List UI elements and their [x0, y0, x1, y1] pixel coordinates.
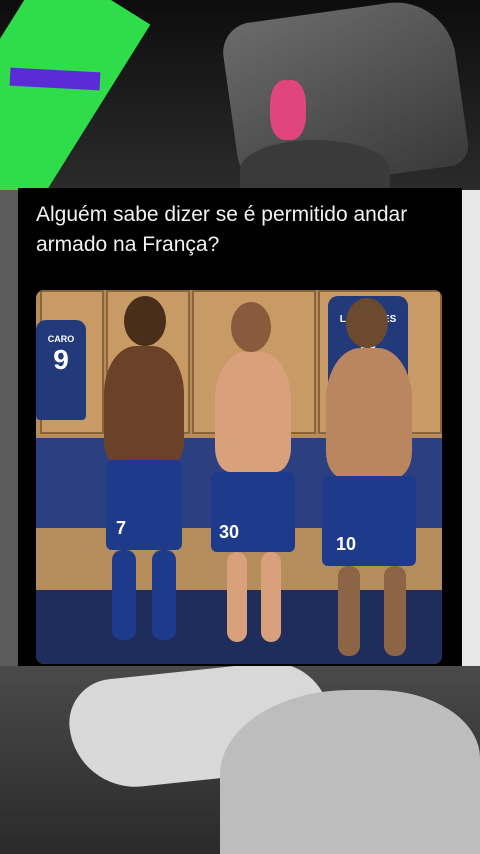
meme-caption: Alguém sabe dizer se é permitido andar a… — [36, 203, 408, 256]
player-shorts: 10 — [322, 476, 416, 566]
player-leg — [152, 550, 176, 640]
player-head — [124, 296, 166, 346]
player-head — [346, 298, 388, 348]
player-head — [231, 302, 271, 352]
background-pillow-tongue — [270, 80, 306, 140]
shorts-number: 7 — [116, 518, 127, 538]
player-torso — [215, 352, 291, 472]
background-left-edge — [0, 190, 18, 666]
meme-card: Alguém sabe dizer se é permitido andar a… — [18, 188, 462, 666]
player-leg — [112, 550, 136, 640]
player-torso — [104, 346, 184, 466]
player-leg — [227, 552, 247, 642]
player-leg — [338, 566, 360, 656]
player-torso — [326, 348, 412, 478]
background-face — [220, 690, 480, 854]
background-right-edge — [462, 190, 480, 666]
shorts-number: 10 — [336, 534, 357, 554]
player-center: 30 — [201, 290, 311, 664]
player-leg — [261, 552, 281, 642]
player-leg — [384, 566, 406, 656]
player-right: 10 — [306, 290, 436, 664]
shorts-number: 30 — [219, 522, 240, 542]
meme-photo: CARO 9 L.PAREDES 8 7 30 — [36, 290, 442, 664]
player-shorts: 7 — [106, 460, 182, 550]
player-left: 7 — [76, 290, 196, 664]
player-shorts: 30 — [211, 472, 295, 552]
